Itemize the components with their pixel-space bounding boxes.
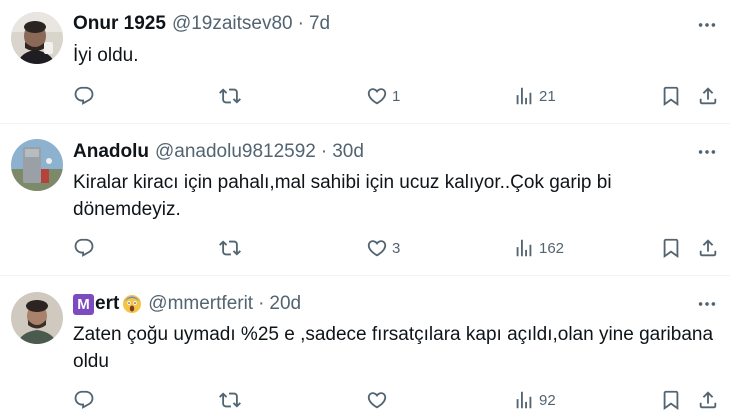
views-button[interactable]: 162 [513,234,564,262]
reply-button[interactable] [73,234,99,262]
timestamp[interactable]: 20d [269,293,301,315]
retweet-button[interactable] [219,82,245,110]
bookmark-icon [660,389,682,411]
tweet-text: Zaten çoğu uymadı %25 e ,sadece fırsatçı… [73,324,714,372]
tweet-header: Anadolu @anadolu9812592 · 30d [73,139,364,165]
reply-feed: Onur 1925 @19zaitsev80 · 7d İyi oldu. 1 [0,0,730,420]
bookmark-icon [660,85,682,107]
tweet-1[interactable]: Onur 1925 @19zaitsev80 · 7d İyi oldu. 1 [0,0,730,124]
retweet-icon [219,237,241,259]
bookmark-button[interactable] [660,82,682,110]
separator: · [320,141,328,162]
tweet-text: Kiralar kiracı için pahalı,mal sahibi iç… [73,172,612,220]
author-name[interactable]: Onur 1925 [73,13,166,35]
like-button[interactable] [366,386,392,414]
share-button[interactable] [697,234,719,262]
retweet-button[interactable] [219,386,245,414]
retweet-icon [219,85,241,107]
like-button[interactable]: 1 [366,82,400,110]
tweet-text: İyi oldu. [73,45,139,66]
timestamp[interactable]: 7d [309,13,330,35]
views-count: 21 [539,87,556,105]
reply-icon [73,85,95,107]
avatar[interactable] [11,292,63,344]
views-button[interactable]: 21 [513,82,556,110]
more-icon[interactable] [694,139,720,165]
author-name[interactable]: Anadolu [73,141,149,163]
share-button[interactable] [697,386,719,414]
like-count: 1 [392,87,401,105]
views-icon [513,85,535,107]
like-button[interactable]: 3 [366,234,400,262]
tweet-3[interactable]: Mert @mmertferit · 20d Zaten çoğu uymadı… [0,277,730,420]
share-icon [697,237,719,259]
reply-icon [73,389,95,411]
reply-button[interactable] [73,386,99,414]
separator: · [297,13,304,34]
avatar[interactable] [11,12,63,64]
tweet-2[interactable]: Anadolu @anadolu9812592 · 30d Kiralar ki… [0,125,730,276]
reply-button[interactable] [73,82,99,110]
zodiac-badge-icon: M [73,293,94,315]
tweet-header: Mert @mmertferit · 20d [73,291,301,317]
heart-icon [366,389,388,411]
more-icon[interactable] [694,291,720,317]
reply-icon [73,237,95,259]
action-bar: 1 21 [73,82,723,110]
retweet-icon [219,389,241,411]
author-name[interactable]: ert [95,293,119,315]
bookmark-icon [660,237,682,259]
author-handle[interactable]: @mmertferit [148,293,253,315]
views-count: 92 [539,391,556,409]
views-button[interactable]: 92 [513,386,556,414]
action-bar: 92 [73,386,723,414]
action-bar: 3 162 [73,234,723,262]
views-icon [513,237,535,259]
views-count: 162 [539,239,565,257]
share-icon [697,389,719,411]
avatar[interactable] [11,139,63,191]
share-button[interactable] [697,82,719,110]
retweet-button[interactable] [219,234,245,262]
share-icon [697,85,719,107]
more-icon[interactable] [694,12,720,38]
author-handle[interactable]: @19zaitsev80 [172,13,293,35]
like-count: 3 [392,239,401,257]
bookmark-button[interactable] [660,386,682,414]
bookmark-button[interactable] [660,234,682,262]
heart-icon [366,237,388,259]
author-handle[interactable]: @anadolu9812592 [155,141,316,163]
screaming-face-icon [123,295,142,313]
timestamp[interactable]: 30d [332,141,364,163]
views-icon [513,389,535,411]
tweet-header: Onur 1925 @19zaitsev80 · 7d [73,11,330,37]
separator: · [258,293,265,314]
heart-icon [366,85,388,107]
